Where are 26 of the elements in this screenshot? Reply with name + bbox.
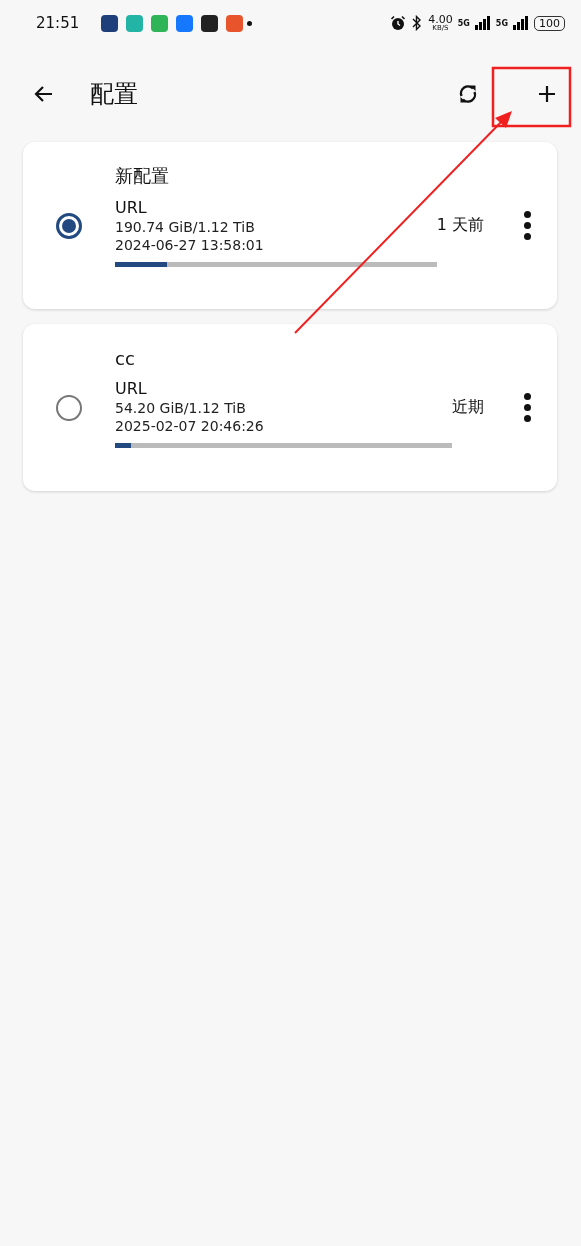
profile-name: cc: [115, 347, 136, 369]
updated-time: 1 天前: [436, 215, 484, 236]
profile-date: 2025-02-07 20:46:26: [115, 417, 265, 434]
profile-card[interactable]: cc URL 54.20 GiB/1.12 TiB 2025-02-07 20:46:26 近期: [23, 324, 557, 491]
signal-icon: [513, 16, 529, 30]
profile-card[interactable]: 新配置 URL 190.74 GiB/1.12 TiB 2024-06-27 13:58:01 1 天前: [23, 142, 557, 309]
page-title: 配置: [90, 79, 138, 110]
profile-name: 新配置: [115, 164, 170, 188]
more-button[interactable]: [524, 211, 531, 240]
signal-icon: [474, 16, 491, 30]
profile-type: URL: [115, 378, 148, 398]
battery-level: 100: [534, 15, 565, 31]
profile-date: 2024-06-27 13:58:01: [115, 237, 265, 253]
data-usage: 190.74 GiB/1.12 TiB: [115, 219, 256, 235]
updated-time: 近期: [452, 397, 484, 418]
network-type: 5G: [495, 18, 508, 28]
data-usage: 54.20 GiB/1.12 TiB: [115, 399, 247, 416]
clock-time: 21:51: [36, 14, 80, 32]
more-button[interactable]: [524, 393, 531, 422]
radio-button[interactable]: [56, 394, 82, 421]
radio-button[interactable]: [56, 212, 82, 239]
network-type: 5G: [457, 18, 470, 28]
notification-dot-icon: [247, 20, 253, 26]
alarm-icon: [390, 15, 407, 31]
network-speed: 4.00: [428, 14, 453, 25]
profile-type: URL: [115, 198, 148, 217]
